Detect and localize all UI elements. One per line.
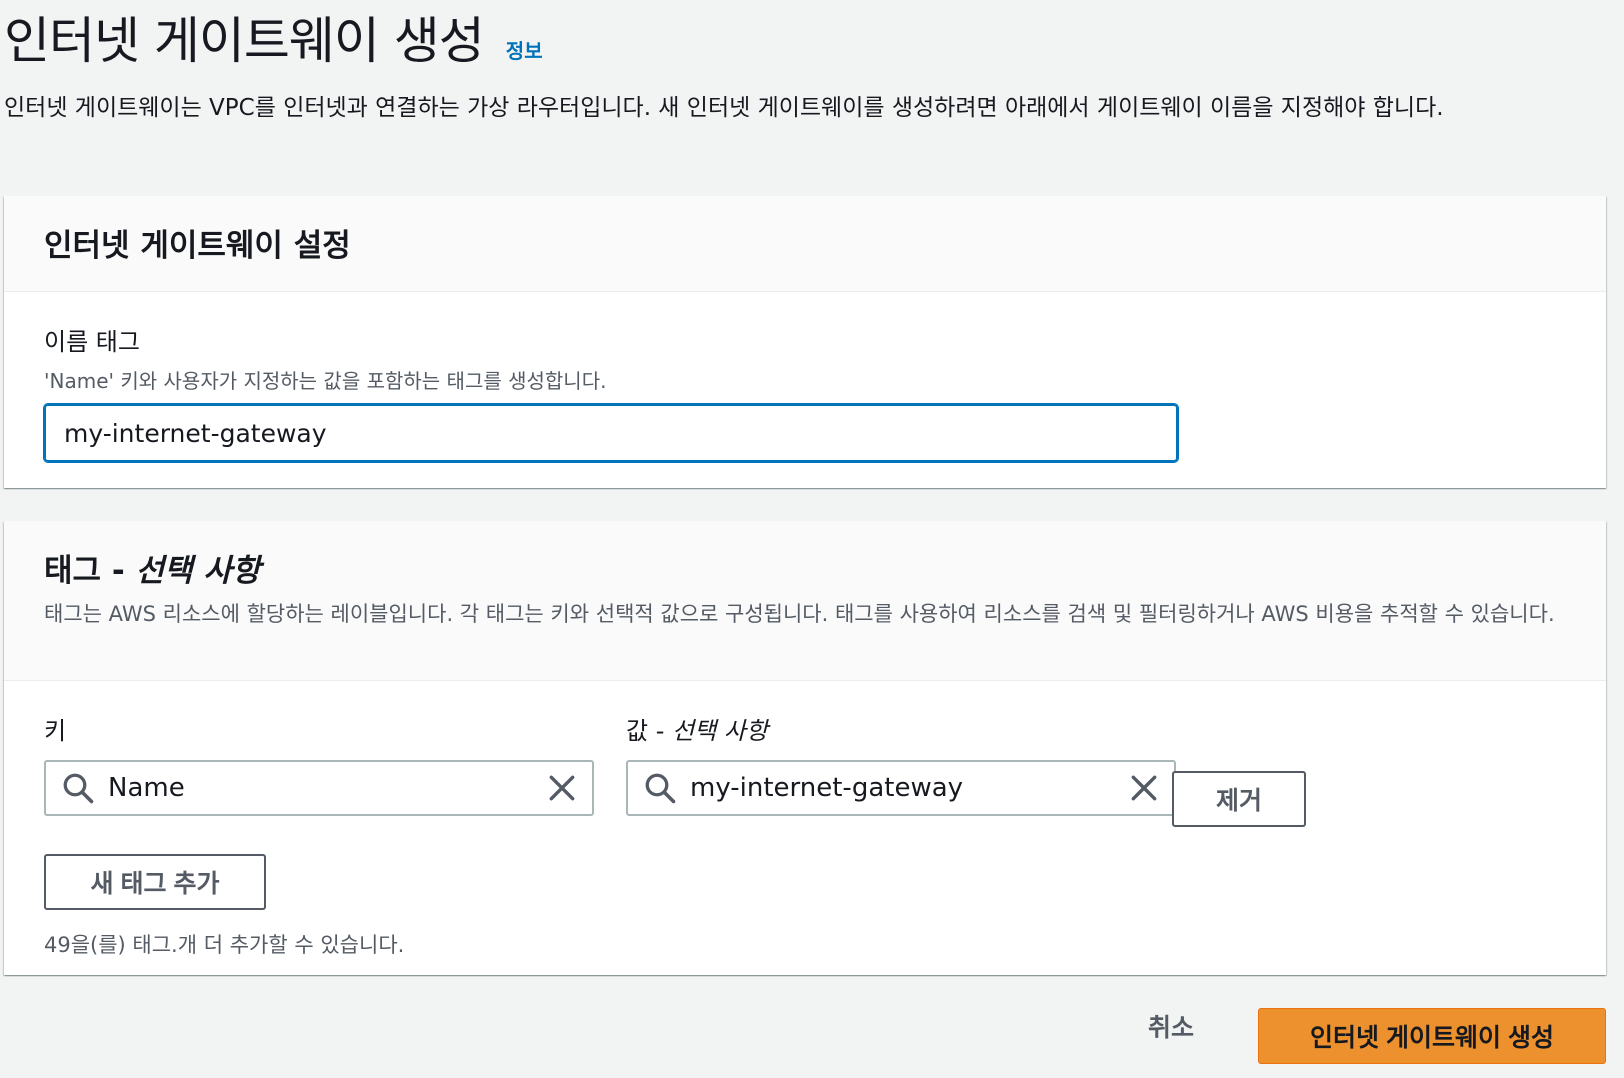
create-internet-gateway-page: 인터넷 게이트웨이 생성 정보 인터넷 게이트웨이는 VPC를 인터넷과 연결하… xyxy=(0,0,1624,1078)
page-header: 인터넷 게이트웨이 생성 정보 인터넷 게이트웨이는 VPC를 인터넷과 연결하… xyxy=(4,6,1614,130)
tags-title-optional: 선택 사항 xyxy=(135,553,261,589)
gateway-settings-panel: 인터넷 게이트웨이 설정 이름 태그 'Name' 키와 사용자가 지정하는 값… xyxy=(4,196,1606,488)
page-description: 인터넷 게이트웨이는 VPC를 인터넷과 연결하는 가상 라우터입니다. 새 인… xyxy=(4,95,1444,121)
add-tag-button[interactable]: 새 태그 추가 xyxy=(44,854,266,910)
panel-body: 키 Name 값 - 선택 사항 my-internet-gateway 제거 … xyxy=(4,681,1606,975)
panel-body: 이름 태그 'Name' 키와 사용자가 지정하는 값을 포함하는 태그를 생성… xyxy=(4,292,1606,462)
tag-key-column: 키 Name xyxy=(44,711,594,816)
info-link[interactable]: 정보 xyxy=(506,35,543,64)
name-tag-label: 이름 태그 xyxy=(44,328,140,356)
create-gateway-button[interactable]: 인터넷 게이트웨이 생성 xyxy=(1258,1008,1606,1064)
name-tag-input-value: my-internet-gateway xyxy=(64,418,327,448)
tag-key-value: Name xyxy=(108,773,185,803)
tag-value-value: my-internet-gateway xyxy=(690,773,964,803)
tag-value-label-optional: 선택 사항 xyxy=(672,717,768,745)
close-icon[interactable] xyxy=(546,772,578,804)
cancel-button[interactable]: 취소 xyxy=(1148,1008,1194,1044)
tag-key-input[interactable]: Name xyxy=(44,760,594,816)
tag-value-label: 값 - 선택 사항 xyxy=(626,711,1176,746)
close-icon[interactable] xyxy=(1128,772,1160,804)
tags-description: 태그는 AWS 리소스에 할당하는 레이블입니다. 각 태그는 키와 선택적 값… xyxy=(44,602,1555,626)
tag-value-column: 값 - 선택 사항 my-internet-gateway xyxy=(626,711,1176,816)
panel-header: 인터넷 게이트웨이 설정 xyxy=(4,196,1606,292)
panel-title: 인터넷 게이트웨이 설정 xyxy=(44,228,351,264)
panel-title: 태그 - 선택 사항 xyxy=(44,545,1566,590)
tags-title-main: 태그 - xyxy=(44,553,136,589)
tags-panel: 태그 - 선택 사항 태그는 AWS 리소스에 할당하는 레이블입니다. 각 태… xyxy=(4,521,1606,975)
remove-tag-button[interactable]: 제거 xyxy=(1172,771,1306,827)
search-icon xyxy=(645,773,676,804)
tag-key-label: 키 xyxy=(44,717,67,745)
page-title: 인터넷 게이트웨이 생성 xyxy=(4,12,485,70)
tag-value-input[interactable]: my-internet-gateway xyxy=(626,760,1176,816)
title-row: 인터넷 게이트웨이 생성 정보 xyxy=(4,6,1614,76)
panel-header: 태그 - 선택 사항 태그는 AWS 리소스에 할당하는 레이블입니다. 각 태… xyxy=(4,521,1606,681)
search-icon xyxy=(63,773,94,804)
tag-value-label-main: 값 - xyxy=(626,717,672,745)
name-tag-input[interactable]: my-internet-gateway xyxy=(44,404,1178,462)
tag-limit-text: 49을(를) 태그.개 더 추가할 수 있습니다. xyxy=(44,933,405,957)
name-tag-hint: 'Name' 키와 사용자가 지정하는 값을 포함하는 태그를 생성합니다. xyxy=(44,369,607,393)
